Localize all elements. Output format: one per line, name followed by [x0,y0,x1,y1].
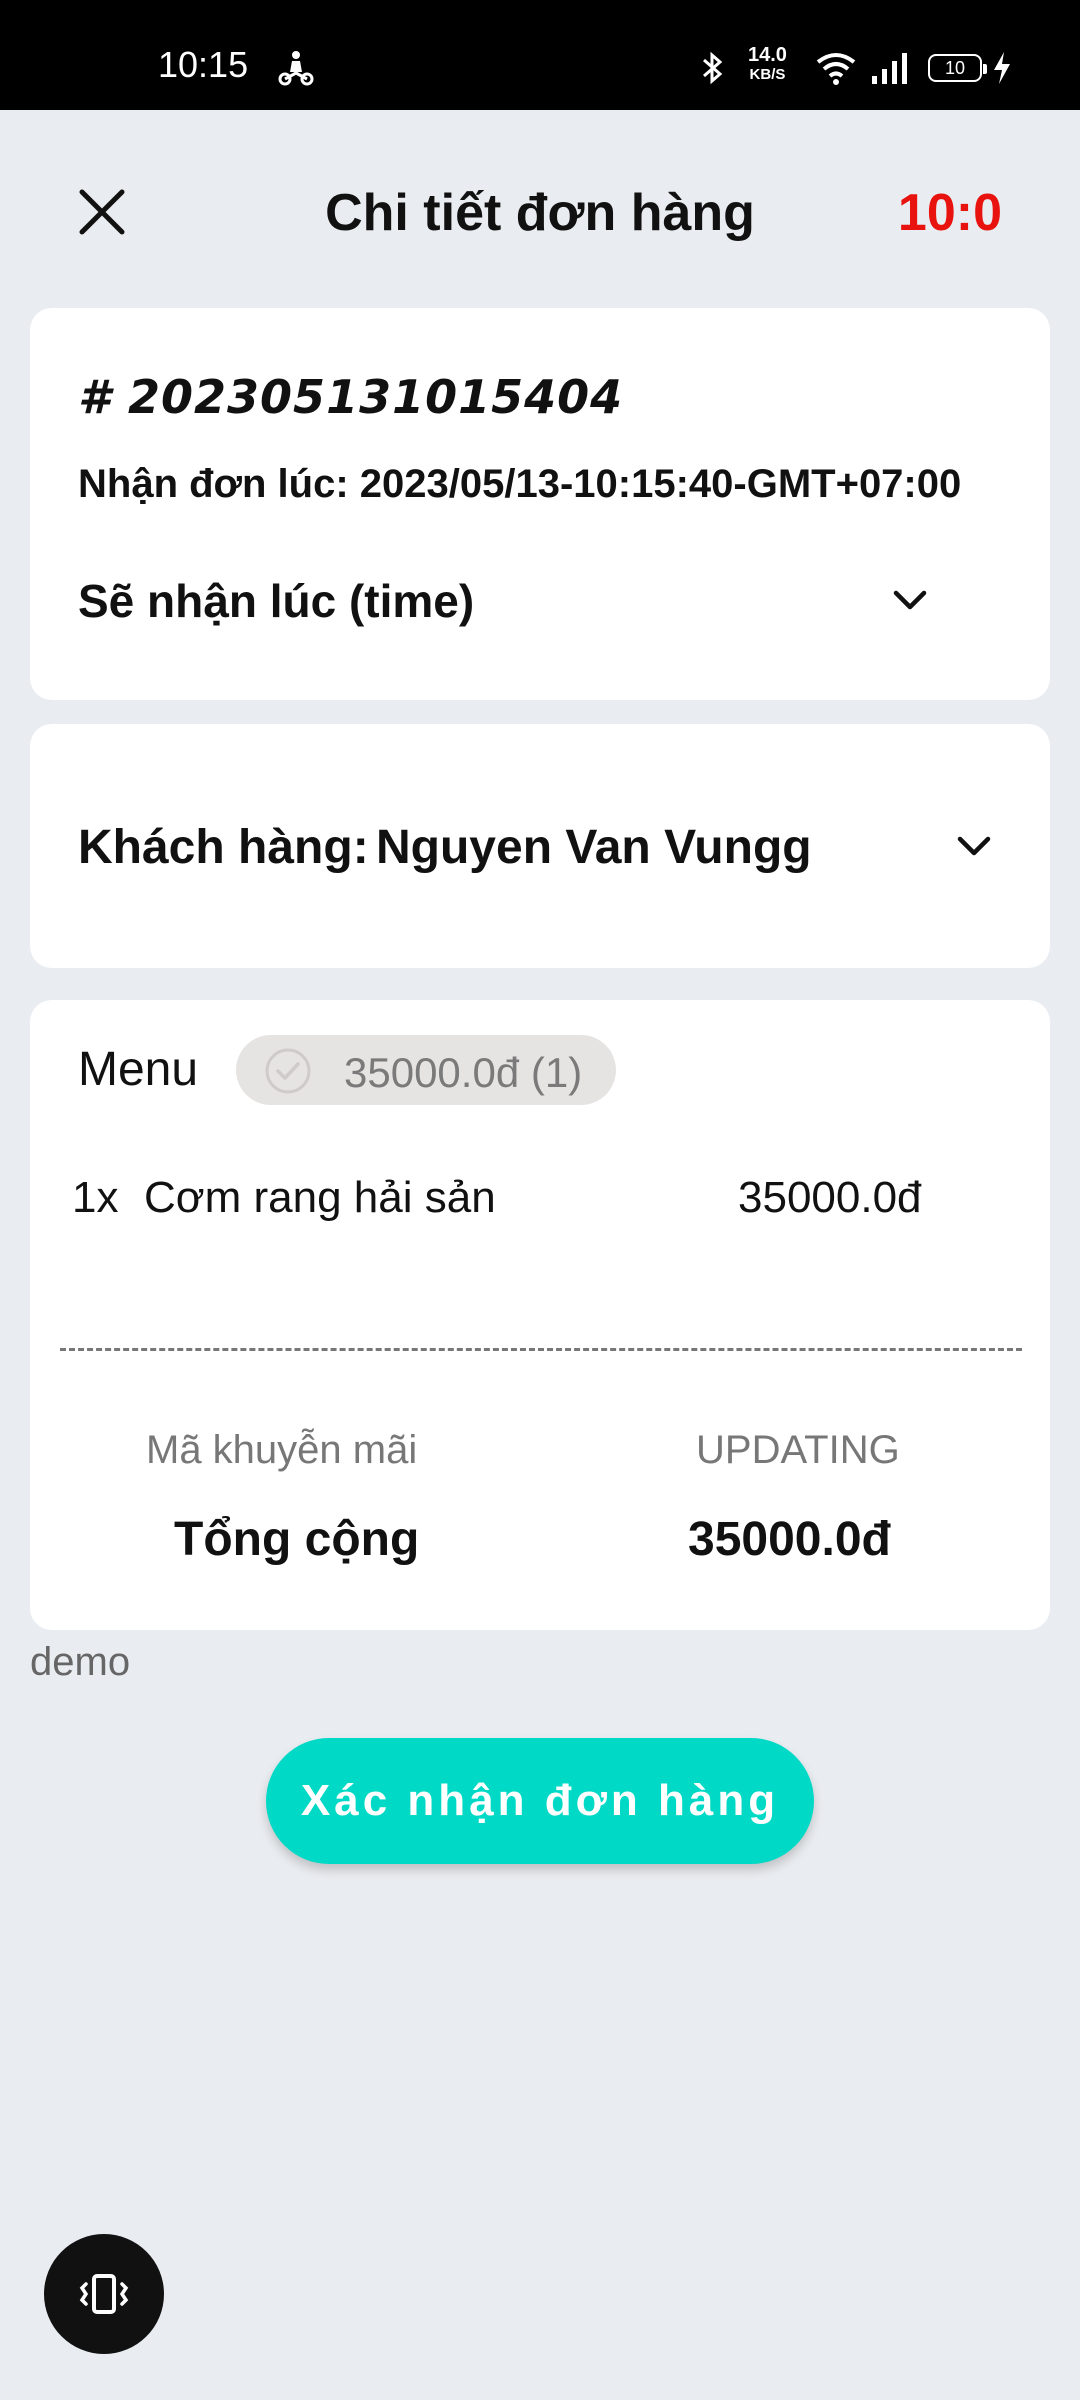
pickup-time-dropdown[interactable]: Sẽ nhận lúc (time) [78,574,474,628]
rider-icon [278,51,314,86]
chip-label: 35000.0đ (1) [344,1049,583,1096]
customer-name: Nguyen Van Vungg [376,821,812,874]
vibrate-icon [79,2274,129,2314]
status-bar: 10:15 14.0 KB/S 10 [0,0,1080,110]
bluetooth-icon [703,51,723,85]
confirm-order-button[interactable]: Xác nhận đơn hàng [266,1738,814,1864]
customer-label: Khách hàng: [78,821,369,874]
wifi-icon [816,53,856,85]
signal-icon [872,53,907,84]
status-time: 10:15 [158,44,249,85]
total-label: Tổng cộng [174,1513,420,1566]
item-quantity: 1x [72,1173,119,1222]
total-value: 35000.0đ [688,1513,891,1566]
menu-label: Menu [78,1043,199,1096]
order-info-card: # 202305131015404 Nhận đơn lúc: 2023/05/… [30,308,1050,700]
chevron-down-icon[interactable] [952,824,996,868]
countdown-timer: 10:0 [897,184,1002,242]
promo-label: Mã khuyễn mãi [146,1428,418,1472]
order-note: demo [30,1640,131,1684]
network-speed: 14.0 KB/S [748,44,787,83]
received-at: Nhận đơn lúc: 2023/05/13-10:15:40-GMT+07… [78,462,962,506]
divider [60,1348,1022,1351]
order-id: # 202305131015404 [78,370,624,424]
item-price: 35000.0đ [738,1173,922,1222]
check-circle-icon [265,1048,311,1094]
battery-icon: 10 [928,54,987,82]
promo-value: UPDATING [696,1428,900,1472]
customer-card[interactable]: Khách hàng: Nguyen Van Vungg [30,724,1050,968]
chevron-down-icon[interactable] [888,578,932,622]
menu-total-chip: 35000.0đ (1) [236,1035,616,1105]
menu-card: Menu 35000.0đ (1) 1x Cơm rang hải sản 35… [30,1000,1050,1630]
floating-action-button[interactable] [44,2234,164,2354]
charging-icon [994,52,1010,84]
item-name: Cơm rang hải sản [144,1173,496,1222]
